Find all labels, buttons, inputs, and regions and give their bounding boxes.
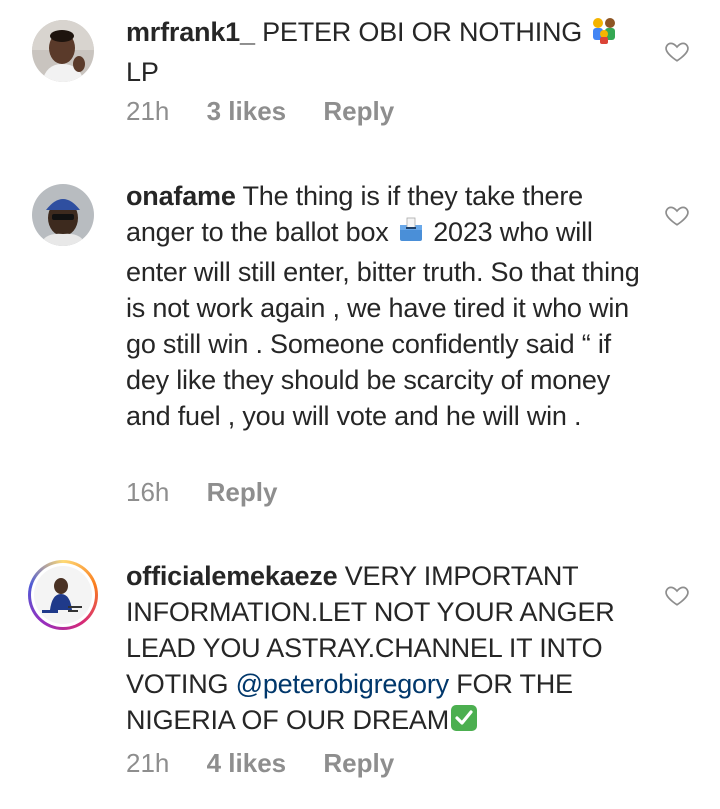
reply-button[interactable]: Reply — [207, 477, 278, 507]
avatar-ring-inner — [31, 563, 95, 627]
timestamp: 21h — [126, 96, 170, 126]
comment-text: mrfrank1_ PETER OBI OR NOTHING LP — [126, 14, 646, 90]
comment-meta: 21h 3 likes Reply — [126, 96, 424, 127]
comment-body-cont: 2023 who will enter will still enter, bi… — [126, 217, 640, 431]
avatar-story-ring[interactable] — [28, 560, 98, 630]
avatar[interactable] — [32, 184, 94, 246]
comment-body-line2: LP — [126, 57, 159, 87]
comment-meta: 21h 4 likes Reply — [126, 748, 424, 779]
mention-link[interactable]: @peterobigregory — [236, 669, 450, 699]
likes-count[interactable]: 3 likes — [207, 96, 287, 126]
username[interactable]: mrfrank1_ — [126, 17, 255, 47]
family-emoji-icon — [589, 15, 619, 54]
avatar-image — [32, 184, 94, 246]
heart-icon[interactable] — [664, 38, 690, 64]
comment-text: onafame The thing is if they take there … — [126, 178, 646, 434]
check-mark-emoji-icon — [449, 703, 479, 742]
timestamp: 21h — [126, 748, 170, 778]
timestamp: 16h — [126, 477, 170, 507]
comment-text: officialemekaeze VERY IMPORTANT INFORMAT… — [126, 558, 646, 742]
reply-button[interactable]: Reply — [323, 96, 394, 126]
comment-meta: 16h Reply — [126, 477, 307, 508]
avatar[interactable] — [32, 20, 94, 82]
heart-icon[interactable] — [664, 202, 690, 228]
avatar-image — [34, 566, 92, 624]
likes-count[interactable]: 4 likes — [207, 748, 287, 778]
avatar-image — [32, 20, 94, 82]
reply-button[interactable]: Reply — [323, 748, 394, 778]
heart-icon[interactable] — [664, 582, 690, 608]
username[interactable]: onafame — [126, 181, 236, 211]
username[interactable]: officialemekaeze — [126, 561, 338, 591]
ballot-box-emoji-icon — [396, 215, 426, 254]
comment-body: PETER OBI OR NOTHING — [254, 17, 590, 47]
